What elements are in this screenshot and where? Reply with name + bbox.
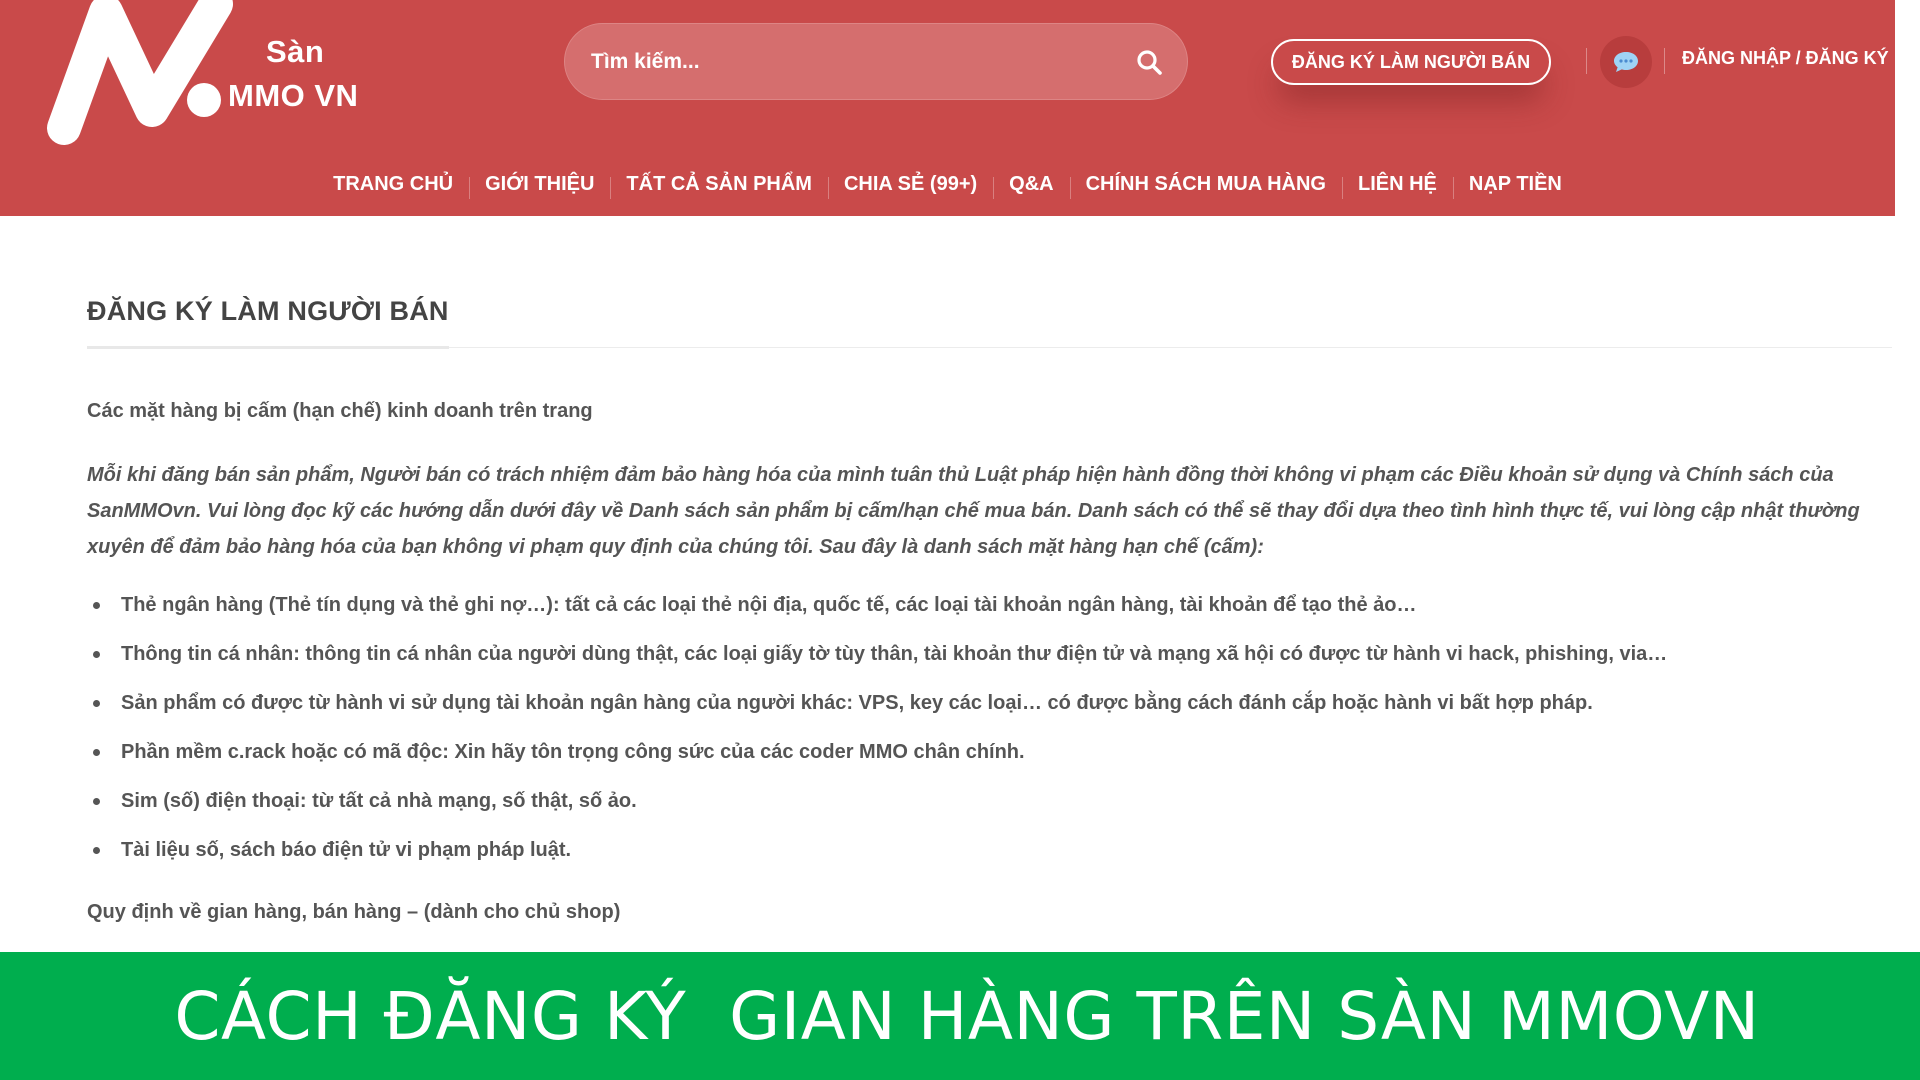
nav-item-qa[interactable]: Q&A xyxy=(993,173,1069,199)
list-item-text: Tài liệu số, sách báo điện tử vi phạm ph… xyxy=(121,839,572,861)
logo-text-san: Sàn xyxy=(266,34,325,69)
nav-item-share[interactable]: CHIA SẺ (99+) xyxy=(827,173,993,199)
chat-button[interactable] xyxy=(1600,36,1652,88)
page-content: ĐĂNG KÝ LÀM NGƯỜI BÁN Các mặt hàng bị cấ… xyxy=(87,296,1892,924)
list-item: Sim (số) điện thoại: từ tất cả nhà mạng,… xyxy=(87,789,1892,838)
list-item-text: Sim (số) điện thoại: từ tất cả nhà mạng,… xyxy=(121,790,637,812)
page-title: ĐĂNG KÝ LÀM NGƯỜI BÁN xyxy=(87,296,449,349)
nav-item-all-products[interactable]: TẤT CẢ SẢN PHẨM xyxy=(610,173,828,199)
nav-item-home[interactable]: TRANG CHỦ xyxy=(317,173,469,196)
main-nav: TRANG CHỦ GIỚI THIỆU TẤT CẢ SẢN PHẨM CHI… xyxy=(0,168,1895,200)
nav-item-top-up[interactable]: NẠP TIỀN xyxy=(1452,173,1578,199)
list-item: Thẻ ngân hàng (Thẻ tín dụng và thẻ ghi n… xyxy=(87,593,1892,642)
logo-text-mmovn: MMO VN xyxy=(228,78,359,113)
site-header: Sàn MMO VN ĐĂNG KÝ LÀM NGƯỜI BÁN ĐĂNG NH… xyxy=(0,0,1895,216)
list-item-text: Thẻ ngân hàng (Thẻ tín dụng và thẻ ghi n… xyxy=(121,594,1417,616)
list-item: Thông tin cá nhân: thông tin cá nhân của… xyxy=(87,642,1892,691)
bullet-icon xyxy=(93,749,100,756)
list-item-text: Phần mềm c.rack hoặc có mã độc: Xin hãy … xyxy=(121,741,1025,763)
chat-bubble-icon xyxy=(1614,52,1638,72)
promo-banner-text: CÁCH ĐĂNG KÝ GIAN HÀNG TRÊN SÀN MMOVN xyxy=(174,977,1760,1055)
promo-banner: CÁCH ĐĂNG KÝ GIAN HÀNG TRÊN SÀN MMOVN xyxy=(0,952,1920,1080)
search-box xyxy=(564,23,1188,100)
nav-item-purchase-policy[interactable]: CHÍNH SÁCH MUA HÀNG xyxy=(1069,173,1342,199)
section-heading-banned-items: Các mặt hàng bị cấm (hạn chế) kinh doanh… xyxy=(87,400,593,422)
nav-item-contact[interactable]: LIÊN HỆ xyxy=(1341,173,1453,199)
list-item-text: Thông tin cá nhân: thông tin cá nhân của… xyxy=(121,643,1668,665)
bullet-icon xyxy=(93,602,100,609)
bullet-icon xyxy=(93,847,100,854)
bullet-icon xyxy=(93,651,100,658)
search-icon[interactable] xyxy=(1135,48,1163,76)
section-heading-shop-rules: Quy định về gian hàng, bán hàng – (dành … xyxy=(87,901,621,923)
bullet-icon xyxy=(93,700,100,707)
header-divider xyxy=(1664,48,1665,74)
header-divider xyxy=(1586,48,1587,74)
logo-m-mark-icon xyxy=(47,0,233,145)
list-item-text: Sản phẩm có được từ hành vi sử dụng tài … xyxy=(121,692,1593,714)
register-seller-button[interactable]: ĐĂNG KÝ LÀM NGƯỜI BÁN xyxy=(1271,39,1551,85)
login-register-link[interactable]: ĐĂNG NHẬP / ĐĂNG KÝ xyxy=(1682,48,1889,69)
banned-items-list: Thẻ ngân hàng (Thẻ tín dụng và thẻ ghi n… xyxy=(87,593,1892,887)
search-input[interactable] xyxy=(591,24,1111,99)
intro-paragraph: Mỗi khi đăng bán sản phẩm, Người bán có … xyxy=(87,464,1860,558)
bullet-icon xyxy=(93,798,100,805)
nav-item-about[interactable]: GIỚI THIỆU xyxy=(469,173,610,199)
site-logo[interactable]: Sàn MMO VN xyxy=(44,0,374,150)
list-item: Tài liệu số, sách báo điện tử vi phạm ph… xyxy=(87,838,1892,887)
list-item: Phần mềm c.rack hoặc có mã độc: Xin hãy … xyxy=(87,740,1892,789)
list-item: Sản phẩm có được từ hành vi sử dụng tài … xyxy=(87,691,1892,740)
